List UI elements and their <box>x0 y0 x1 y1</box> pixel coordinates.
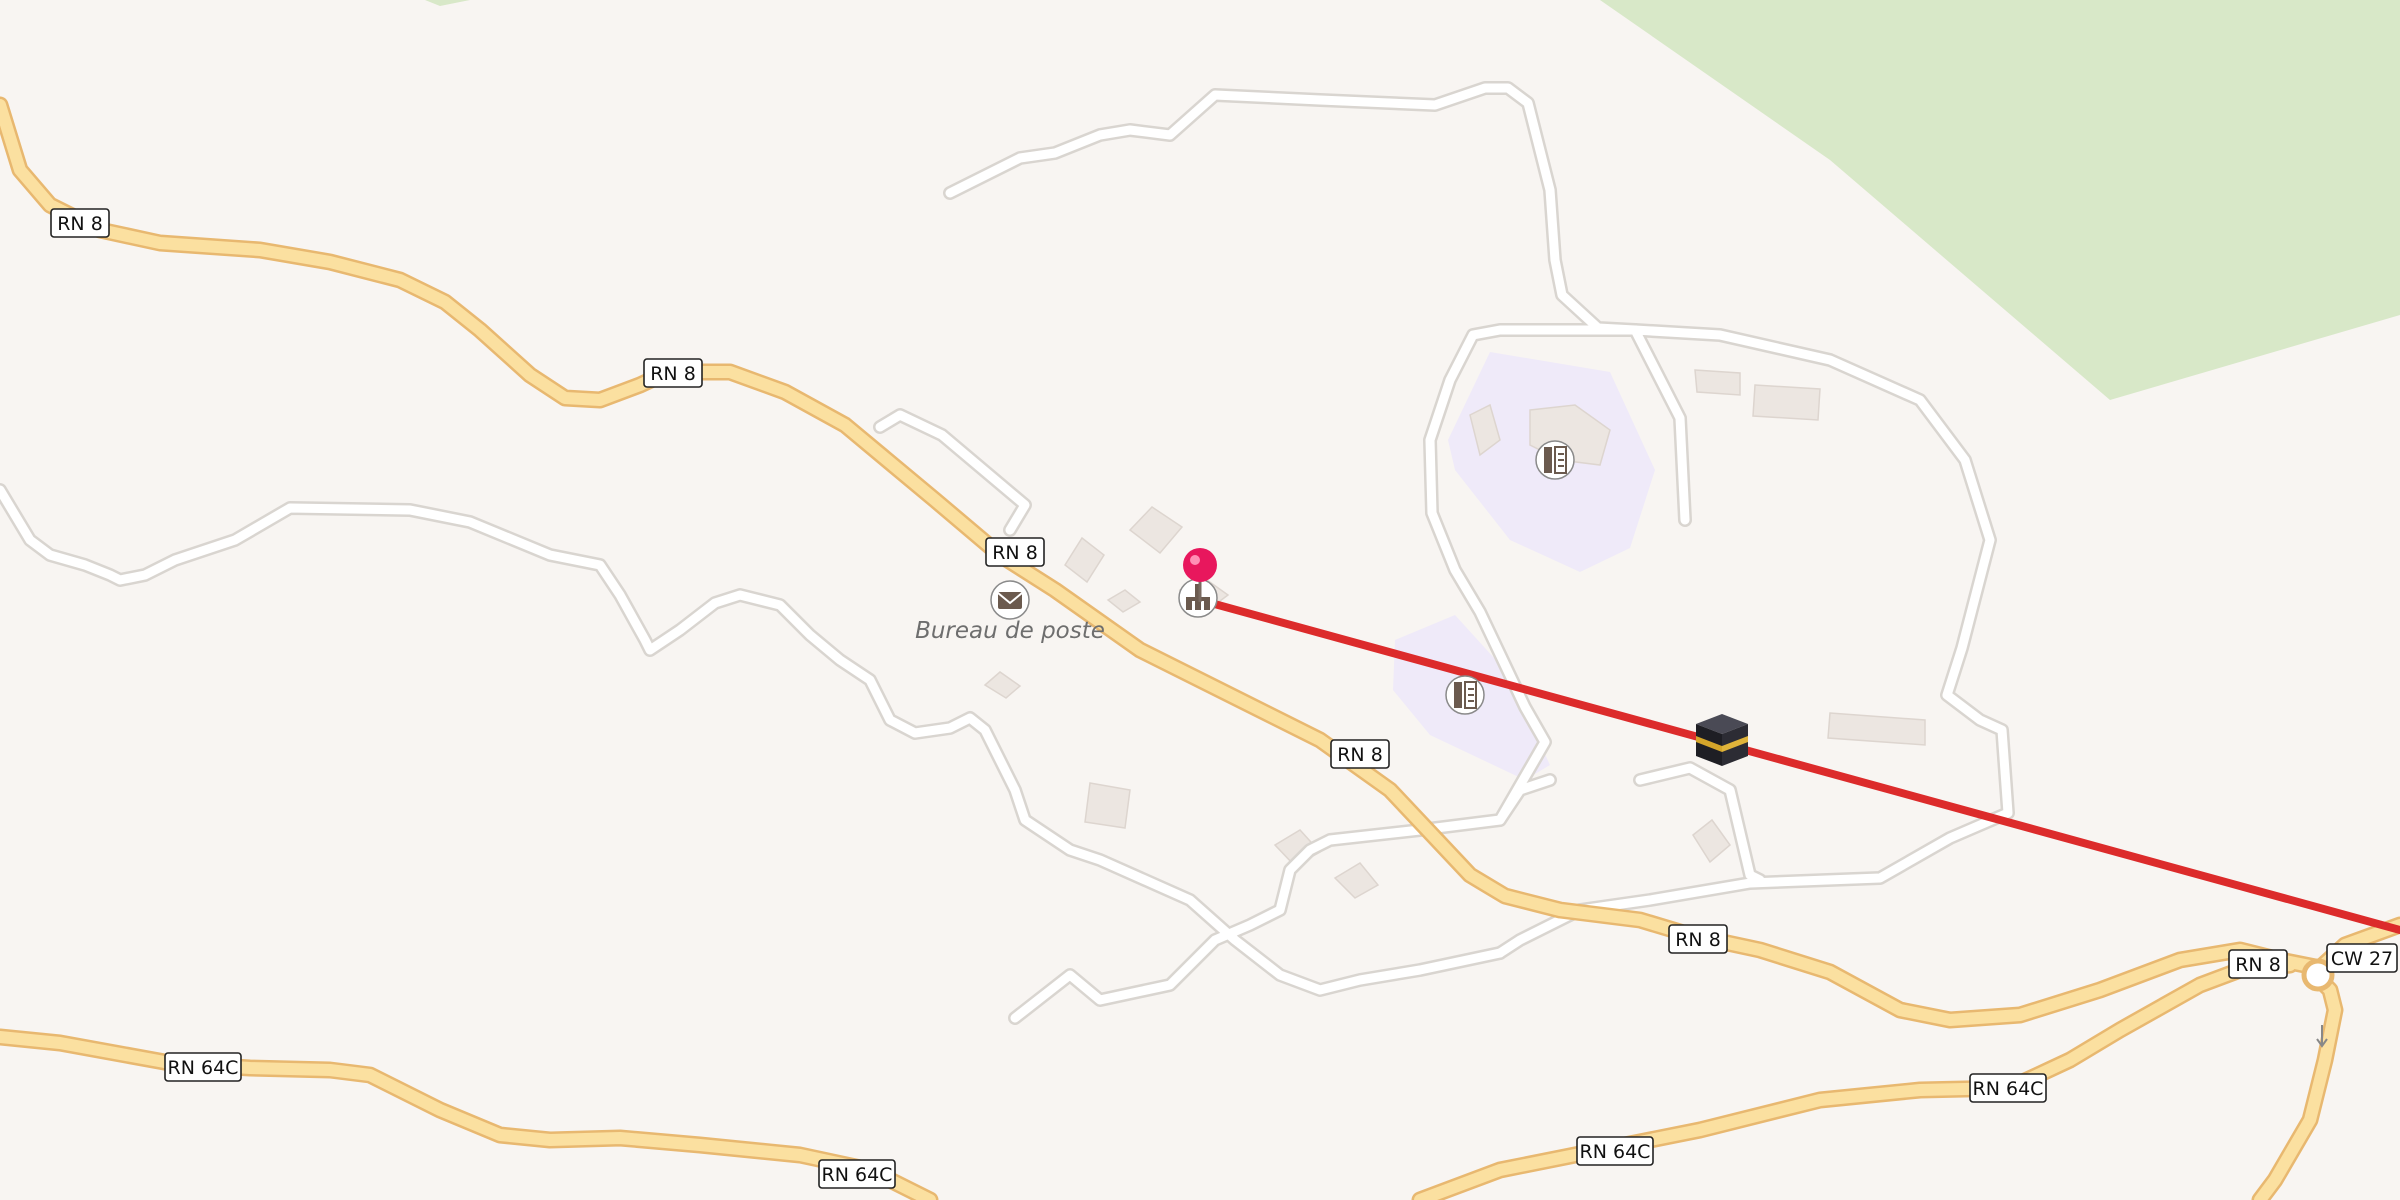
road-shield-rn8: RN 8 <box>643 358 703 388</box>
road-shield-label: RN 64C <box>168 1057 239 1079</box>
road-shield-rn8: RN 8 <box>985 537 1045 567</box>
road-shield-cw27: CW 27 <box>2326 943 2398 973</box>
road-shield-rn64c: RN 64C <box>1969 1073 2047 1103</box>
road-shield-label: RN 8 <box>57 213 103 235</box>
road-shield-rn64c: RN 64C <box>1576 1136 1654 1166</box>
road-shield-label: RN 64C <box>1973 1078 2044 1100</box>
school-icon[interactable] <box>1445 675 1485 715</box>
road-shield-rn64c: RN 64C <box>164 1052 242 1082</box>
kaaba-icon[interactable] <box>1696 714 1748 766</box>
road-shield-label: RN 8 <box>992 542 1038 564</box>
road-shield-label: RN 8 <box>1337 744 1383 766</box>
road-shield-label: CW 27 <box>2331 948 2393 970</box>
mosque-icon[interactable] <box>1178 578 1218 618</box>
road-shield-rn8: RN 8 <box>1330 739 1390 769</box>
road-shield-rn64c: RN 64C <box>818 1159 896 1189</box>
envelope-icon[interactable] <box>990 580 1030 620</box>
road-shield-label: RN 8 <box>2235 954 2281 976</box>
road-shield-label: RN 64C <box>1580 1141 1651 1163</box>
road-shield-label: RN 8 <box>650 363 696 385</box>
post-office-label: Bureau de poste <box>915 618 1105 644</box>
road-shield-rn8: RN 8 <box>50 208 110 238</box>
road-shield-label: RN 8 <box>1675 929 1721 951</box>
road-shield-label: RN 64C <box>822 1164 893 1186</box>
road-shield-rn8: RN 8 <box>1668 924 1728 954</box>
school-icon[interactable] <box>1535 440 1575 480</box>
road-shield-rn8: RN 8 <box>2228 949 2288 979</box>
map-canvas[interactable]: Bureau de poste RN 8 RN 8 RN 8 RN 8 RN 8… <box>0 0 2400 1200</box>
